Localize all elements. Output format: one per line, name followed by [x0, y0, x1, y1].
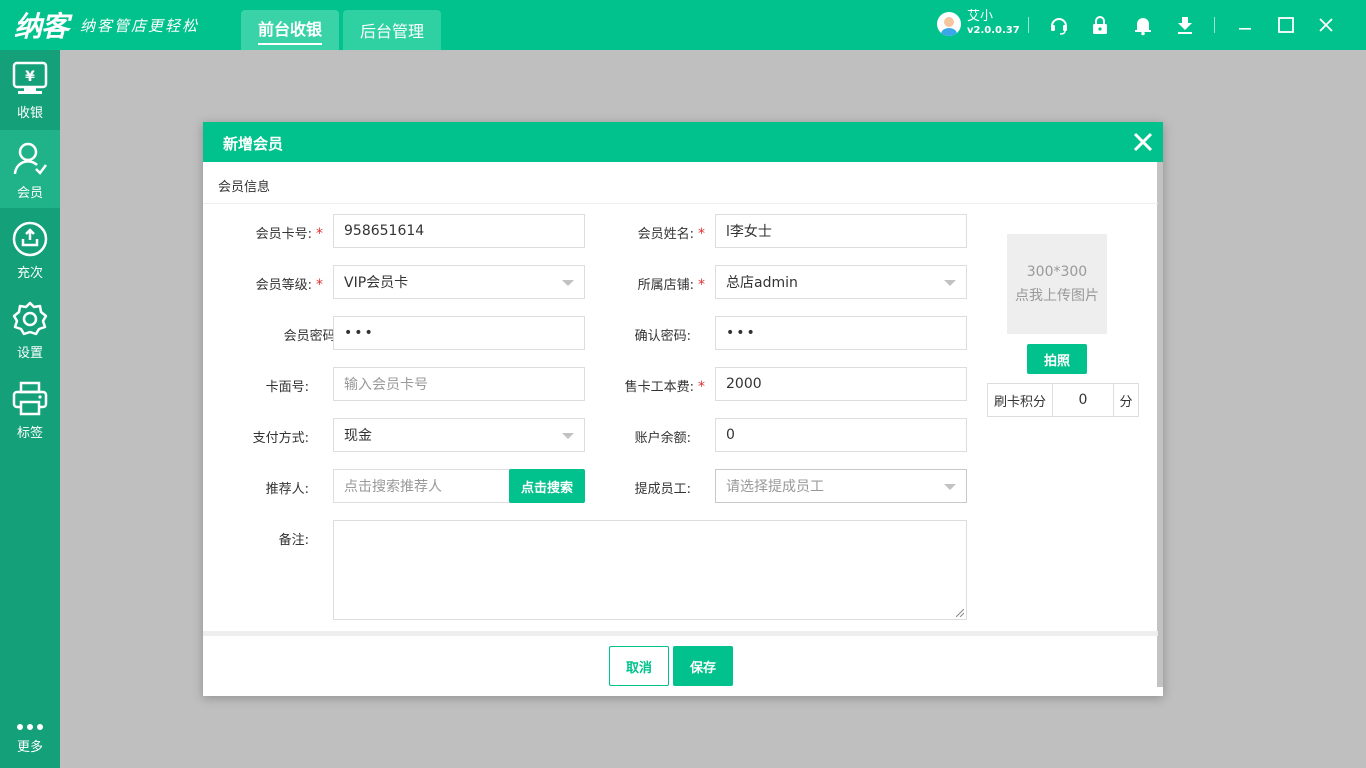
printer-icon [12, 381, 48, 416]
avatar [937, 12, 961, 36]
payment-label: 支付方式: [252, 431, 309, 446]
member-name-label: 会员姓名: * [637, 226, 705, 242]
add-member-dialog: 新增会员 会员信息 会员卡号: * 958651614 会员姓名: * l李女士 会… [203, 122, 1163, 696]
chevron-down-icon [944, 280, 956, 286]
face-no-label: 卡面号: [265, 380, 309, 395]
confirm-password-input[interactable]: ••• [715, 316, 967, 350]
sidebar-item-label: 更多 [16, 740, 43, 755]
sidebar-item-label: 设置 [16, 346, 43, 361]
divider [203, 203, 1158, 204]
staff-select[interactable]: 请选择提成员工 [715, 469, 967, 503]
sidebar-item-label: 标签 [16, 426, 43, 441]
password-label: 会员密码: [283, 329, 340, 344]
remark-label: 备注: [278, 533, 309, 548]
member-icon [13, 142, 47, 175]
take-photo-button[interactable]: 拍照 [1027, 344, 1087, 374]
more-icon [17, 724, 43, 730]
headset-icon[interactable] [1048, 14, 1070, 36]
gear-icon [12, 301, 48, 336]
chevron-down-icon [562, 280, 574, 286]
minimize-icon[interactable] [1234, 14, 1256, 36]
sidebar-item-more[interactable]: 更多 [0, 718, 60, 768]
confirm-password-label: 确认密码: [634, 329, 691, 344]
tab-front-cashier[interactable]: 前台收银 [241, 10, 339, 50]
balance-label: 账户余额: [634, 431, 691, 446]
photo-upload-area[interactable]: 300*300 点我上传图片 [1007, 234, 1107, 334]
card-no-label: 会员卡号: * [255, 226, 323, 242]
upload-hint: 点我上传图片 [1015, 288, 1099, 304]
svg-text:¥: ¥ [25, 69, 35, 85]
remark-textarea[interactable] [333, 520, 967, 620]
app-logo: 纳客 纳客管店更轻松 [14, 8, 200, 43]
app-version: v2.0.0.37 [967, 25, 1020, 36]
chevron-down-icon [562, 433, 574, 439]
store-label: 所属店铺: * [637, 277, 705, 293]
sidebar-item-recharge[interactable]: 充次 [0, 210, 60, 288]
sidebar-item-label-print[interactable]: 标签 [0, 370, 60, 448]
card-fee-label: 售卡工本费: * [624, 379, 705, 395]
referrer-label: 推荐人: [265, 482, 309, 497]
dialog-scrollbar[interactable] [1157, 162, 1163, 687]
sidebar-item-settings[interactable]: 设置 [0, 290, 60, 368]
top-bar: 纳客 纳客管店更轻松 前台收银 后台管理 艾小 v2.0.0.37 [0, 0, 1366, 50]
sidebar-item-label: 会员 [16, 186, 43, 201]
upload-size: 300*300 [1026, 264, 1088, 280]
staff-label: 提成员工: [634, 482, 691, 497]
balance-input[interactable]: 0 [715, 418, 967, 452]
card-no-input[interactable]: 958651614 [333, 214, 585, 248]
sidebar: ¥ 收银 会员 充次 设置 标签 更多 [0, 50, 60, 768]
sidebar-item-member[interactable]: 会员 [0, 130, 60, 208]
cancel-button[interactable]: 取消 [609, 646, 669, 686]
section-title: 会员信息 [218, 180, 271, 195]
divider [203, 631, 1158, 636]
divider [1028, 17, 1029, 33]
chevron-down-icon [944, 484, 956, 490]
card-fee-input[interactable]: 2000 [715, 367, 967, 401]
bell-icon[interactable] [1132, 14, 1154, 36]
cash-register-icon: ¥ [12, 61, 48, 94]
divider [1214, 17, 1215, 33]
close-icon[interactable] [1315, 14, 1337, 36]
dialog-close-icon[interactable] [1131, 130, 1155, 154]
user-profile[interactable]: 艾小 v2.0.0.37 [937, 10, 1020, 38]
download-icon[interactable] [1174, 14, 1196, 36]
dialog-title: 新增会员 [223, 135, 284, 153]
swipe-points-label: 刷卡积分 [987, 383, 1053, 417]
tab-back-management[interactable]: 后台管理 [343, 10, 441, 50]
referrer-input[interactable]: 点击搜索推荐人 [333, 469, 511, 503]
user-name: 艾小 [967, 9, 994, 24]
sidebar-item-label: 充次 [16, 266, 43, 281]
member-level-label: 会员等级: * [255, 277, 323, 293]
payment-select[interactable]: 现金 [333, 418, 585, 452]
swipe-points-group: 刷卡积分 0 分 [987, 383, 1139, 417]
face-no-input[interactable]: 输入会员卡号 [333, 367, 585, 401]
swipe-points-input[interactable]: 0 [1053, 383, 1113, 417]
lock-icon[interactable] [1089, 14, 1111, 36]
sidebar-item-label: 收银 [16, 106, 43, 121]
store-select[interactable]: 总店admin [715, 265, 967, 299]
password-input[interactable]: ••• [333, 316, 585, 350]
logo-text: 纳客 [14, 10, 69, 43]
member-level-select[interactable]: VIP会员卡 [333, 265, 585, 299]
recharge-icon [12, 221, 48, 257]
logo-slogan: 纳客管店更轻松 [80, 16, 200, 35]
maximize-icon[interactable] [1275, 14, 1297, 36]
dialog-header: 新增会员 [203, 122, 1163, 162]
sidebar-item-cashier[interactable]: ¥ 收银 [0, 50, 60, 128]
save-button[interactable]: 保存 [673, 646, 733, 686]
resize-handle-icon[interactable] [956, 609, 964, 617]
member-name-input[interactable]: l李女士 [715, 214, 967, 248]
referrer-search-button[interactable]: 点击搜索 [509, 469, 585, 503]
swipe-points-unit: 分 [1113, 383, 1139, 417]
